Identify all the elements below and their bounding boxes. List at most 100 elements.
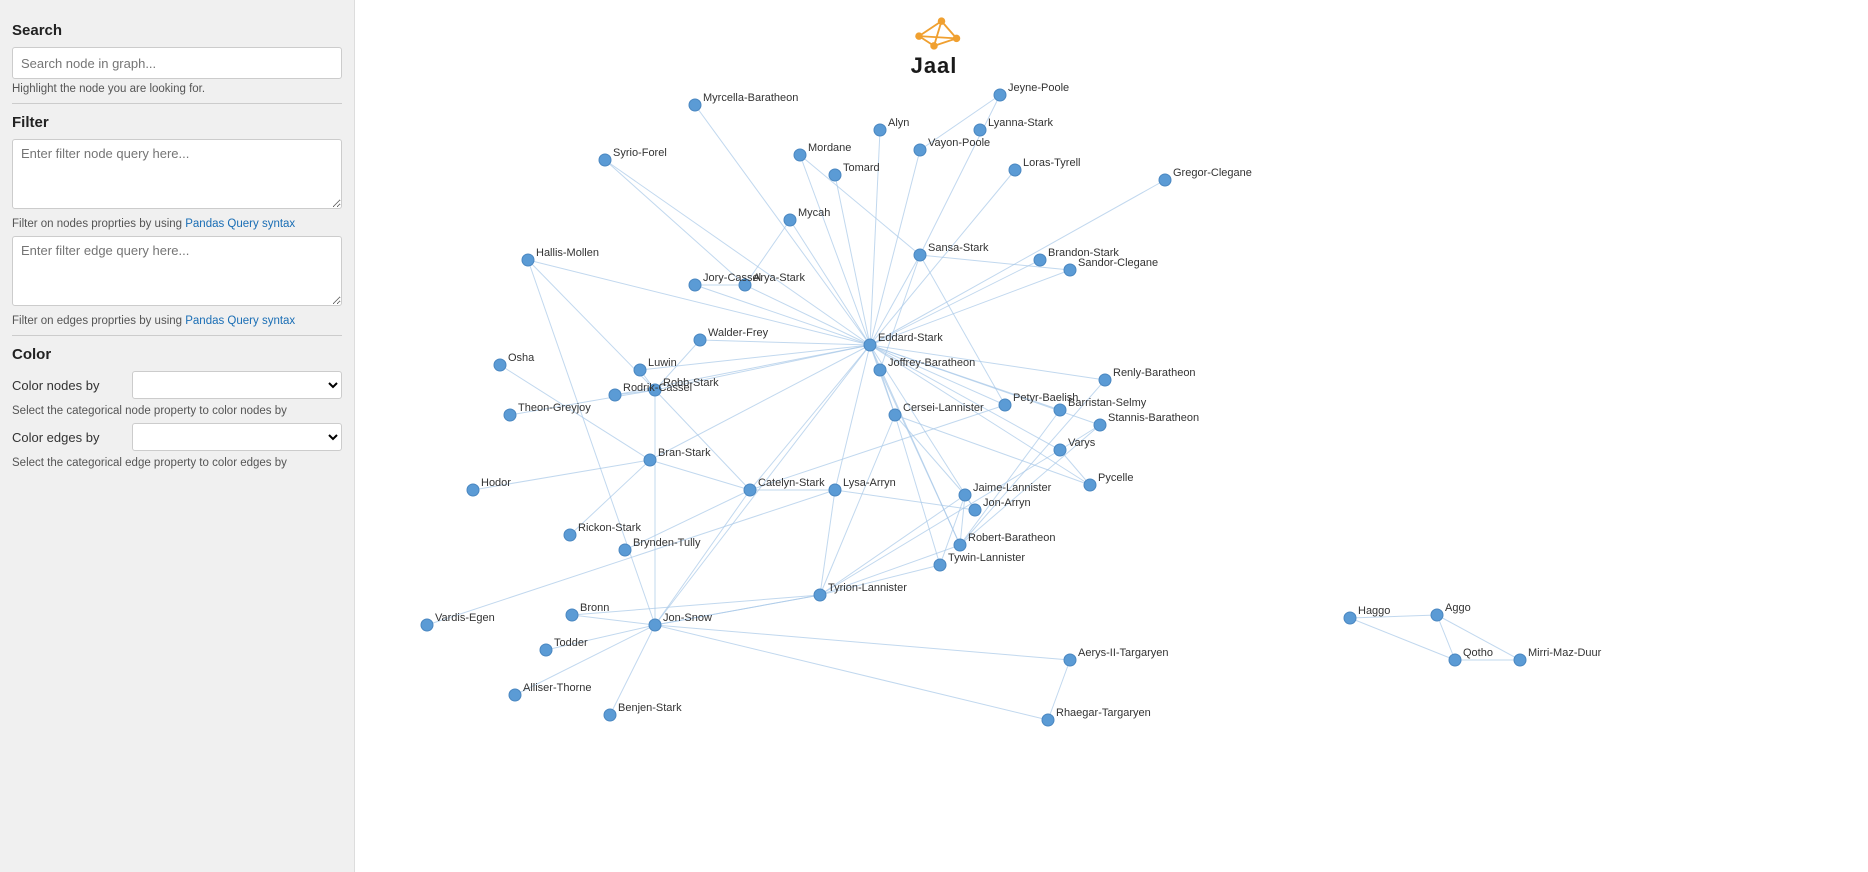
divider-1 — [12, 103, 342, 104]
graph-node[interactable]: Stannis-Baratheon — [1094, 412, 1199, 431]
node-label: Aerys-II-Targaryen — [1078, 647, 1168, 659]
graph-node[interactable]: Benjen-Stark — [604, 702, 682, 721]
graph-node[interactable]: Arya-Stark — [739, 272, 805, 291]
graph-node[interactable]: Qotho — [1449, 647, 1493, 666]
graph-node[interactable]: Syrio-Forel — [599, 147, 667, 166]
app-header: Jaal — [904, 0, 964, 83]
node-circle — [974, 124, 986, 136]
node-circle — [1094, 419, 1106, 431]
filter-edge-hint: Filter on edges proprties by using Panda… — [12, 315, 342, 327]
node-circle — [784, 214, 796, 226]
graph-edge — [870, 345, 1060, 450]
node-label: Mirri-Maz-Duur — [1528, 647, 1602, 659]
node-circle — [509, 689, 521, 701]
filter-edge-syntax-link[interactable]: Pandas Query syntax — [185, 315, 295, 327]
graph-edge — [895, 415, 940, 565]
filter-node-input[interactable] — [12, 139, 342, 209]
filter-node-syntax-link[interactable]: Pandas Query syntax — [185, 218, 295, 230]
graph-node[interactable]: Hallis-Mollen — [522, 247, 599, 266]
graph-node[interactable]: Lyanna-Stark — [974, 117, 1054, 136]
graph-edge — [920, 95, 1000, 150]
color-nodes-row: Color nodes by — [12, 371, 342, 399]
graph-edge — [920, 95, 1000, 255]
graph-node[interactable]: Tomard — [829, 162, 880, 181]
node-label: Syrio-Forel — [613, 147, 667, 159]
node-label: Alyn — [888, 117, 909, 129]
node-circle — [914, 249, 926, 261]
node-circle — [914, 144, 926, 156]
graph-node[interactable]: Mordane — [794, 142, 851, 161]
graph-node[interactable]: Sandor-Clegane — [1064, 257, 1158, 276]
graph-node[interactable]: Jon-Snow — [649, 612, 712, 631]
color-edges-row: Color edges by — [12, 423, 342, 451]
graph-node[interactable]: Vayon-Poole — [914, 137, 990, 156]
node-circle — [994, 89, 1006, 101]
graph-node[interactable]: Rhaegar-Targaryen — [1042, 707, 1151, 726]
graph-node[interactable]: Osha — [494, 352, 535, 371]
node-circle — [1084, 479, 1096, 491]
graph-edge — [870, 260, 1040, 345]
graph-edge — [605, 160, 745, 285]
node-circle — [689, 99, 701, 111]
graph-node[interactable]: Todder — [540, 637, 588, 656]
search-input[interactable] — [12, 47, 342, 79]
graph-edge — [515, 625, 655, 695]
node-circle — [874, 124, 886, 136]
graph-node[interactable]: Joffrey-Baratheon — [874, 357, 975, 376]
graph-node[interactable]: Tywin-Lannister — [934, 552, 1025, 571]
graph-edge — [1350, 615, 1437, 618]
color-section-title: Color — [12, 346, 342, 363]
graph-node[interactable]: Petyr-Baelish — [999, 392, 1078, 411]
graph-node[interactable]: Barristan-Selmy — [1054, 397, 1147, 416]
color-edges-select[interactable] — [132, 423, 342, 451]
node-label: Mordane — [808, 142, 851, 154]
graph-node[interactable]: Bronn — [566, 602, 609, 621]
graph-node[interactable]: Jaime-Lannister — [959, 482, 1052, 501]
graph-edge — [1437, 615, 1520, 660]
graph-node[interactable]: Hodor — [467, 477, 511, 496]
graph-node[interactable]: Brandon-Stark — [1034, 247, 1119, 266]
node-label: Mycah — [798, 207, 830, 219]
graph-area[interactable]: Eddard-StarkJon-SnowRobb-StarkCatelyn-St… — [355, 0, 1868, 872]
node-circle — [504, 409, 516, 421]
graph-node[interactable]: Loras-Tyrell — [1009, 157, 1080, 176]
graph-node[interactable]: Haggo — [1344, 605, 1390, 624]
graph-node[interactable]: Walder-Frey — [694, 327, 769, 346]
graph-node[interactable]: Pycelle — [1084, 472, 1133, 491]
graph-node[interactable]: Alyn — [874, 117, 909, 136]
node-circle — [564, 529, 576, 541]
graph-node[interactable]: Jeyne-Poole — [994, 82, 1069, 101]
filter-edge-input[interactable] — [12, 236, 342, 306]
node-circle — [467, 484, 479, 496]
graph-node[interactable]: Gregor-Clegane — [1159, 167, 1252, 186]
graph-edge — [960, 425, 1100, 545]
node-label: Lyanna-Stark — [988, 117, 1054, 129]
graph-edge — [820, 490, 835, 595]
node-circle — [1034, 254, 1046, 266]
graph-node[interactable]: Aerys-II-Targaryen — [1064, 647, 1168, 666]
node-circle — [959, 489, 971, 501]
node-circle — [421, 619, 433, 631]
graph-node[interactable]: Aggo — [1431, 602, 1471, 621]
graph-edge — [625, 490, 750, 550]
node-circle — [609, 389, 621, 401]
graph-node[interactable]: Bran-Stark — [644, 447, 711, 466]
color-nodes-select[interactable] — [132, 371, 342, 399]
node-label: Haggo — [1358, 605, 1390, 617]
node-label: Catelyn-Stark — [758, 477, 825, 489]
graph-edge — [745, 220, 790, 285]
node-circle — [1449, 654, 1461, 666]
graph-node[interactable]: Mirri-Maz-Duur — [1514, 647, 1602, 666]
graph-node[interactable]: Renly-Baratheon — [1099, 367, 1196, 386]
graph-edge — [510, 390, 655, 415]
app-logo-icon — [904, 8, 964, 53]
graph-node[interactable]: Mycah — [784, 207, 830, 226]
node-label: Bran-Stark — [658, 447, 711, 459]
node-label: Alliser-Thorne — [523, 682, 591, 694]
graph-node[interactable]: Rickon-Stark — [564, 522, 641, 541]
graph-edge — [546, 625, 655, 650]
node-label: Vayon-Poole — [928, 137, 990, 149]
graph-edge — [880, 255, 920, 370]
graph-node[interactable]: Myrcella-Baratheon — [689, 92, 798, 111]
graph-node[interactable]: Robb-Stark — [649, 377, 719, 396]
